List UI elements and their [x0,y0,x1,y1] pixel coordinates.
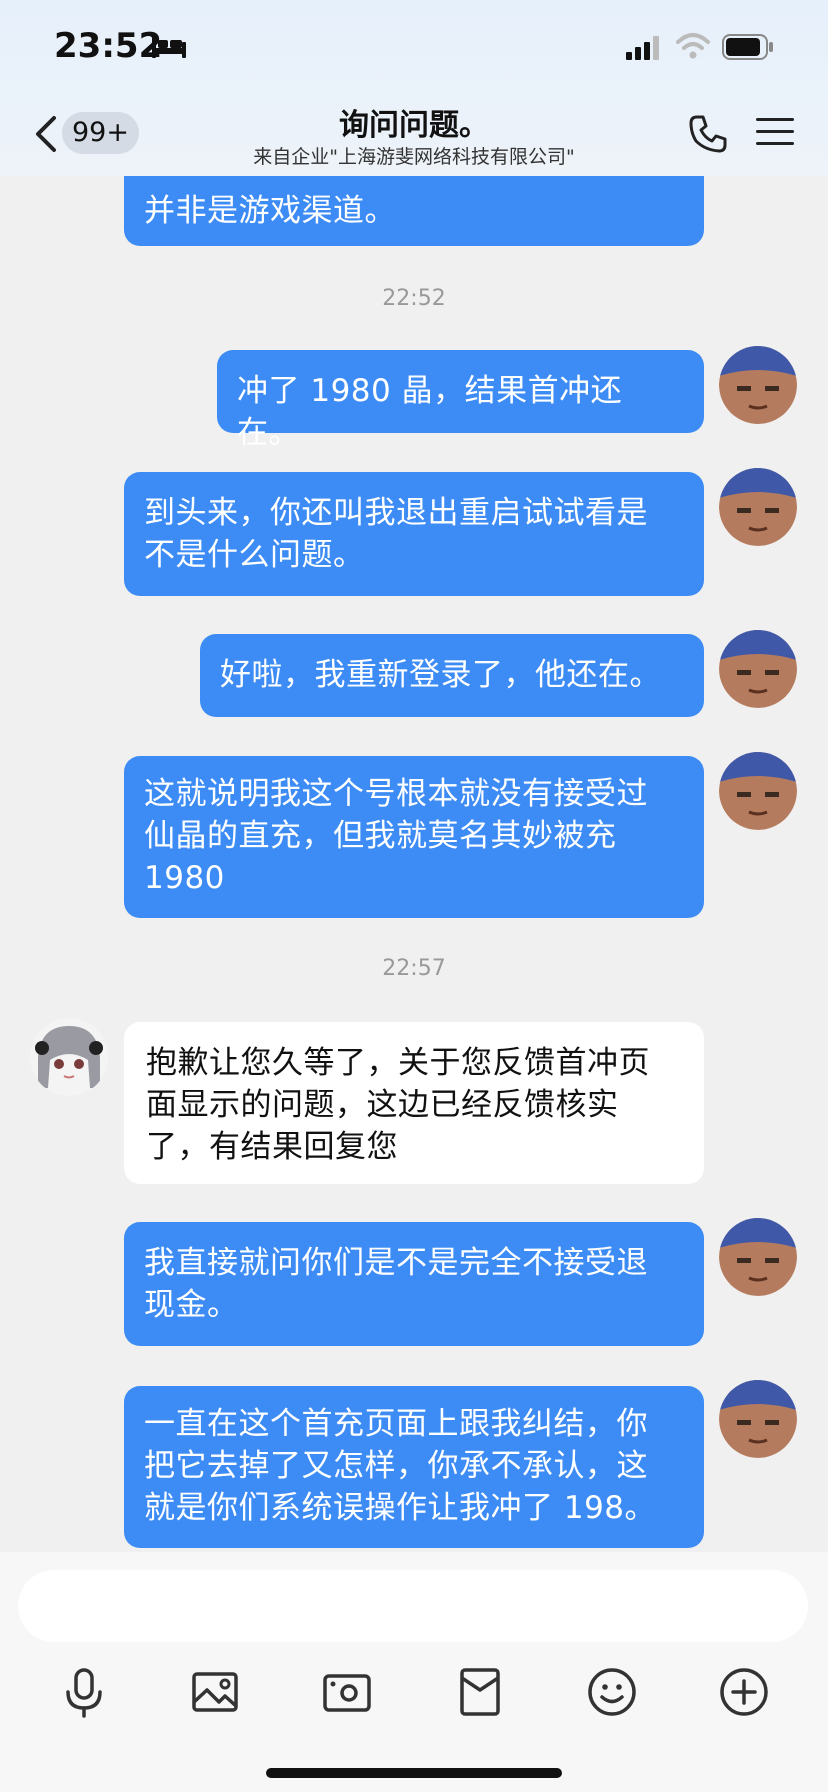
top-bar: 23:52 99+ 询问问题。 来自企业"上海游斐网络科技有限公司" [0,0,828,176]
message-line: 我直接就问你们是不是完全不接受退 [144,1245,648,1281]
wifi-icon [676,33,710,59]
plus-icon[interactable] [714,1662,774,1722]
message-line: 这就说明我这个号根本就没有接受过 [144,776,648,812]
message-line: 了，有结果回复您 [146,1129,398,1165]
signal-icon [626,36,659,60]
microphone-icon[interactable] [54,1662,114,1722]
message-bubble-out[interactable]: 我直接就问你们是不是完全不接受退 现金。 [124,1222,704,1346]
home-indicator [266,1768,562,1778]
battery-icon [722,34,773,60]
message-line: 抱歉让您久等了，关于您反馈首冲页 [146,1045,650,1081]
status-time: 23:52 [54,26,163,66]
emoji-icon[interactable] [582,1662,642,1722]
message-input[interactable] [18,1570,808,1642]
user-avatar[interactable] [719,630,797,708]
user-avatar[interactable] [719,1380,797,1458]
red-packet-icon[interactable] [450,1662,510,1722]
message-bubble-out[interactable]: 这就说明我这个号根本就没有接受过 仙晶的直充，但我就莫名其妙被充 1980 [124,756,704,918]
message-line: 就是你们系统误操作让我冲了 198。 [144,1490,657,1526]
user-avatar[interactable] [719,752,797,830]
message-line: 一直在这个首充页面上跟我纠结，你 [144,1406,648,1442]
message-line: 仙晶的直充，但我就莫名其妙被充 [144,818,617,854]
sleep-focus-icon [152,36,186,58]
agent-avatar[interactable] [30,1018,108,1096]
menu-icon[interactable] [756,116,794,148]
phone-call-icon[interactable] [688,114,728,154]
message-timestamp: 22:52 [382,286,446,311]
message-bubble-out[interactable]: 一直在这个首充页面上跟我纠结，你 把它去掉了又怎样，你承不承认，这 就是你们系统… [124,1386,704,1548]
message-line: 冲了 1980 晶，结果首冲还在。 [237,373,623,451]
message-bubble-in[interactable]: 抱歉让您久等了，关于您反馈首冲页 面显示的问题，这边已经反馈核实 了，有结果回复… [124,1022,704,1184]
message-bubble-out[interactable]: 好啦，我重新登录了，他还在。 [200,634,704,717]
message-line: 不是什么问题。 [144,537,365,573]
message-bubble-out[interactable]: 到头来，你还叫我退出重启试试看是 不是什么问题。 [124,472,704,596]
camera-icon[interactable] [317,1662,377,1722]
user-avatar[interactable] [719,346,797,424]
message-line: 并非是游戏渠道。 [144,193,396,229]
user-avatar[interactable] [719,468,797,546]
message-line: 把它去掉了又怎样，你承不承认，这 [144,1448,648,1484]
input-area [0,1552,828,1792]
user-avatar[interactable] [719,1218,797,1296]
message-line: 现金。 [144,1287,239,1323]
message-line: 1980 [144,860,225,896]
message-line: 到头来，你还叫我退出重启试试看是 [144,495,648,531]
message-line: 面显示的问题，这边已经反馈核实 [146,1087,619,1123]
image-icon[interactable] [185,1662,245,1722]
message-bubble-out[interactable]: 冲了 1980 晶，结果首冲还在。 [217,350,704,451]
message-line: 好啦，我重新登录了，他还在。 [220,657,661,693]
message-timestamp: 22:57 [382,956,446,981]
